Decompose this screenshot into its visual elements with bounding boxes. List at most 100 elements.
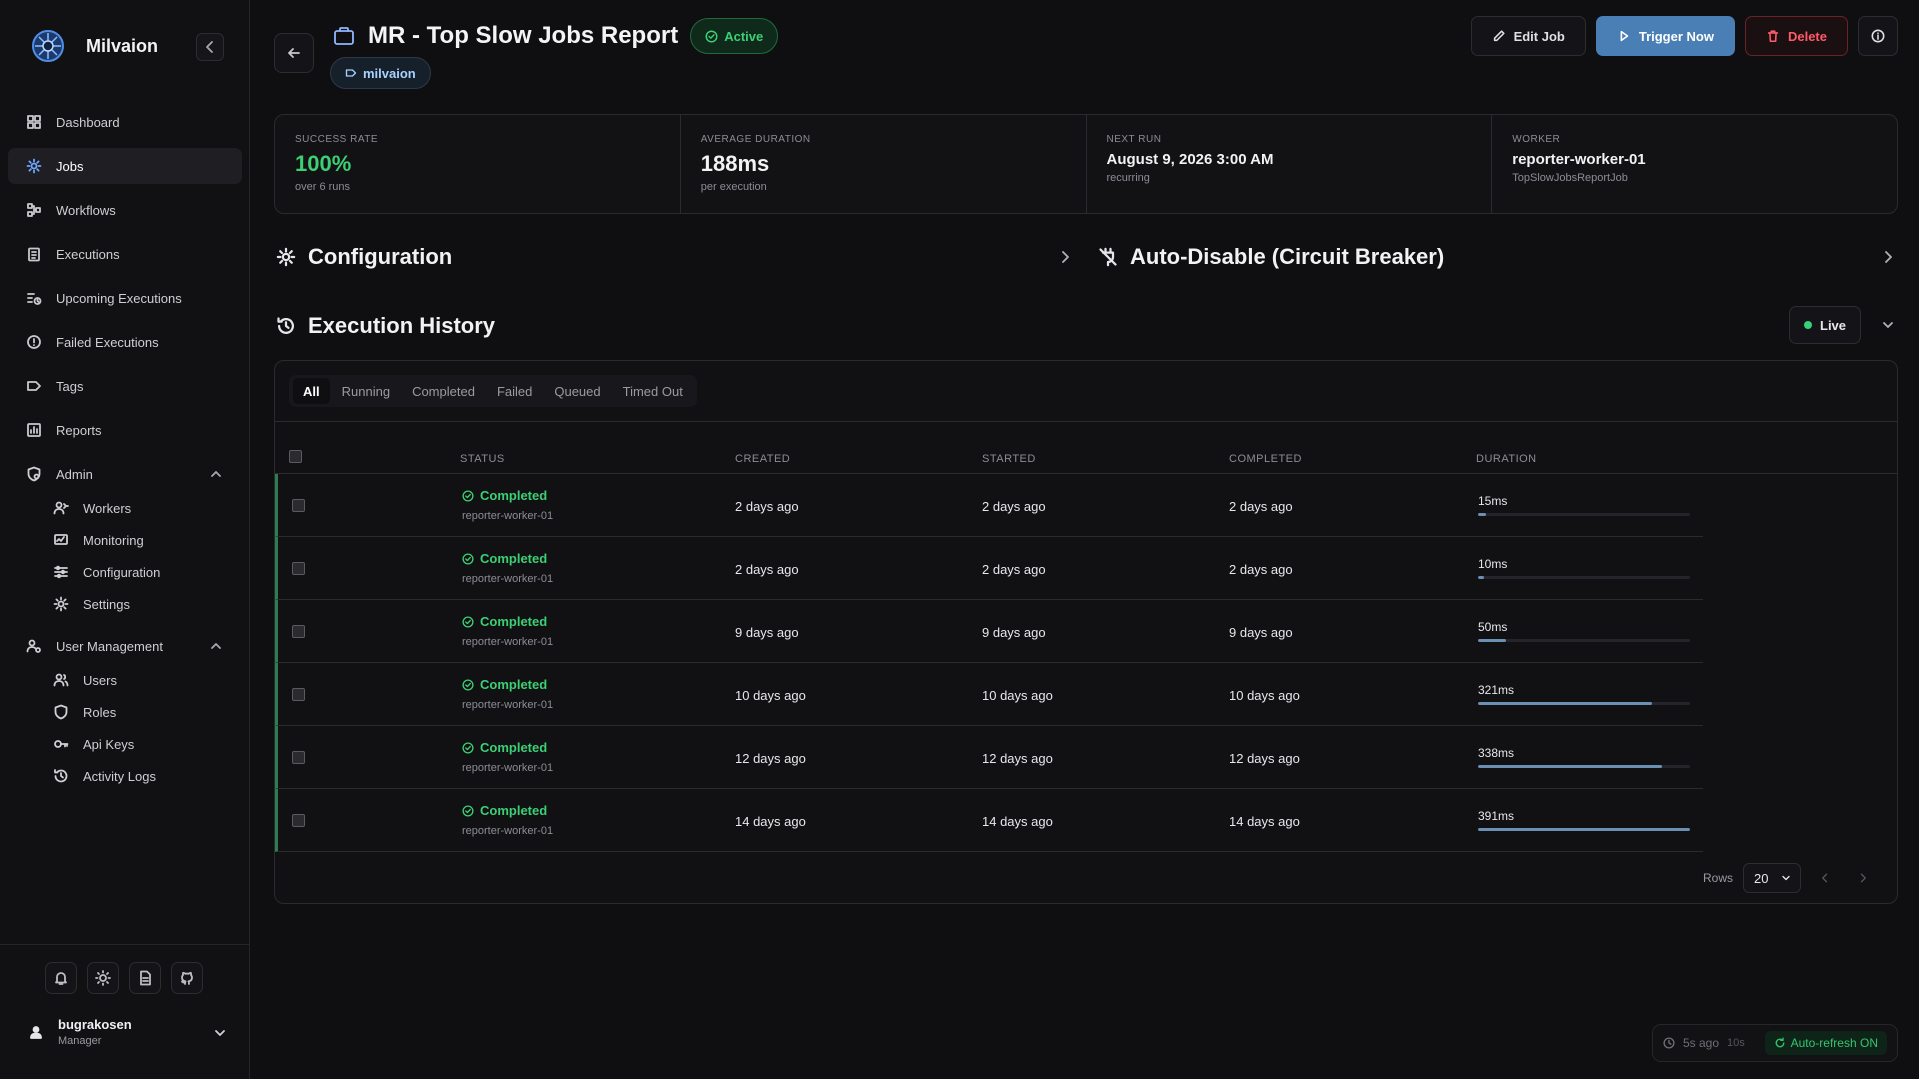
sidebar-item-settings[interactable]: Settings [8,588,242,620]
check-circle-icon [462,678,474,691]
clock-icon [1663,1037,1675,1049]
filter-running[interactable]: Running [332,378,400,404]
table-row[interactable]: Completed reporter-worker-01 2 days ago 2 d… [275,474,1703,537]
row-status-label: Completed [480,551,548,566]
check-circle-icon [462,615,474,628]
stat-label: Next Run [1106,134,1162,145]
live-toggle-button[interactable]: Live [1789,306,1862,344]
row-created: 14 days ago [735,814,806,829]
sidebar-item-api-keys[interactable]: Api Keys [8,728,242,760]
auto-refresh-toggle[interactable]: Auto-refresh ON [1764,1031,1887,1055]
filter-queued[interactable]: Queued [544,378,610,404]
sidebar-item-configuration[interactable]: Configuration [8,556,242,588]
chevron-right-icon[interactable] [1880,249,1896,265]
row-status-label: Completed [480,803,548,818]
row-checkbox[interactable] [292,814,305,827]
sidebar-item-label: Configuration [83,564,161,580]
row-checkbox[interactable] [292,499,305,512]
stat-success-rate: Success Rate 100% over 6 runs [275,115,681,213]
row-status-label: Completed [480,488,548,503]
row-started: 2 days ago [982,562,1046,577]
sidebar-item-jobs[interactable]: Jobs [8,148,242,184]
edit-job-button[interactable]: Edit Job [1470,16,1586,56]
sidebar-item-dashboard[interactable]: Dashboard [8,104,242,140]
duration-bar-fill [1478,765,1663,768]
check-circle-icon [462,489,474,502]
sidebar-item-reports[interactable]: Reports [8,412,242,448]
trash-icon [1767,30,1779,43]
docs-button[interactable] [129,962,161,994]
sidebar-group-admin[interactable]: Admin [8,456,242,492]
filter-all[interactable]: All [293,378,330,404]
info-icon [1871,29,1885,43]
sidebar-item-failed-executions[interactable]: Failed Executions [8,324,242,360]
table-row[interactable]: Completed reporter-worker-01 14 days ago 14… [275,789,1703,852]
sidebar-footer: bugrakosen Manager [0,944,250,1079]
sidebar-item-upcoming-executions[interactable]: Upcoming Executions [8,280,242,316]
column-created[interactable]: Created [735,453,790,465]
refresh-interval[interactable]: 10s [1727,1037,1745,1049]
row-completed: 12 days ago [1229,751,1300,766]
sidebar-item-roles[interactable]: Roles [8,696,242,728]
configuration-section-header[interactable]: Configuration [276,244,452,270]
sidebar-item-executions[interactable]: Executions [8,236,242,272]
table-row[interactable]: Completed reporter-worker-01 12 days ago 12… [275,726,1703,789]
row-checkbox[interactable] [292,751,305,764]
select-all-checkbox[interactable] [289,450,302,463]
next-page-button[interactable] [1849,864,1877,892]
column-completed[interactable]: Completed [1229,453,1302,465]
row-started: 10 days ago [982,688,1053,703]
row-checkbox[interactable] [292,562,305,575]
chevron-down-icon[interactable] [1880,317,1896,333]
shield-icon [54,704,68,720]
sidebar-group-user-management[interactable]: User Management [8,628,242,664]
stat-value: reporter-worker-01 [1512,151,1646,168]
github-icon [181,971,193,985]
sidebar-item-tags[interactable]: Tags [8,368,242,404]
trigger-now-button[interactable]: Trigger Now [1595,16,1735,56]
sidebar-item-monitoring[interactable]: Monitoring [8,524,242,556]
stat-label: Average Duration [700,134,811,145]
duration-bar [1478,765,1690,768]
filter-timed-out[interactable]: Timed Out [613,378,693,404]
duration-bar-fill [1478,576,1485,579]
row-created: 9 days ago [735,625,799,640]
sidebar-item-label: Activity Logs [83,768,156,784]
status-badge-label: Active [724,28,764,44]
rows-per-page-select[interactable]: 20 [1743,863,1801,893]
row-checkbox[interactable] [292,688,305,701]
sidebar-item-activity-logs[interactable]: Activity Logs [8,760,242,792]
row-checkbox[interactable] [292,625,305,638]
delete-button[interactable]: Delete [1744,16,1848,56]
prev-page-button[interactable] [1811,864,1839,892]
brand[interactable]: Milvaion [30,28,158,64]
theme-toggle-button[interactable] [87,962,119,994]
column-duration[interactable]: Duration [1476,453,1537,465]
github-button[interactable] [171,962,203,994]
chevron-up-icon [211,471,221,477]
table-row[interactable]: Completed reporter-worker-01 9 days ago 9 d… [275,600,1703,663]
info-button[interactable] [1858,16,1898,56]
notifications-button[interactable] [45,962,77,994]
sidebar-item-workflows[interactable]: Workflows [8,192,242,228]
chevron-right-icon[interactable] [1057,249,1073,265]
sidebar-item-workers[interactable]: Workers [8,492,242,524]
users-icon [53,673,69,687]
sidebar-item-users[interactable]: Users [8,664,242,696]
filter-completed[interactable]: Completed [402,378,485,404]
auto-disable-section-header[interactable]: Auto-Disable (Circuit Breaker) [1098,244,1444,270]
column-started[interactable]: Started [982,453,1036,465]
job-tag[interactable]: milvaion [330,57,431,89]
last-refresh-text: 5s ago [1683,1036,1720,1050]
check-circle-icon [462,552,474,565]
check-circle-icon [462,741,474,754]
table-row[interactable]: Completed reporter-worker-01 10 days ago 10… [275,663,1703,726]
collapse-sidebar-button[interactable] [196,33,224,61]
back-button[interactable] [274,33,314,73]
key-icon [54,740,69,748]
stat-label: Success Rate [295,134,379,145]
filter-failed[interactable]: Failed [487,378,542,404]
column-status[interactable]: Status [460,453,505,465]
user-menu[interactable]: bugrakosen Manager [28,1017,228,1047]
table-row[interactable]: Completed reporter-worker-01 2 days ago 2 d… [275,537,1703,600]
